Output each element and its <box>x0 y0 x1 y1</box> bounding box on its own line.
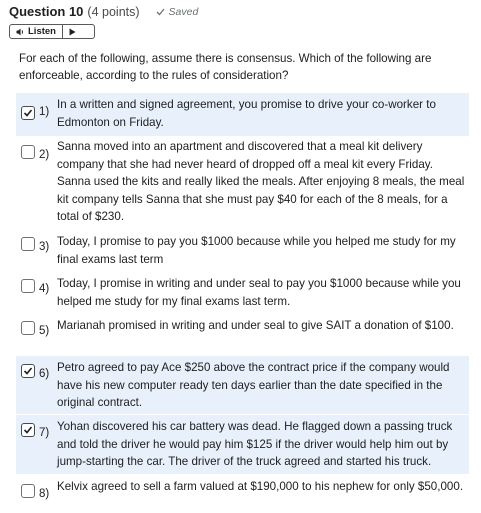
option-checkbox[interactable] <box>21 106 35 120</box>
speaker-icon <box>16 28 23 35</box>
saved-label: Saved <box>168 6 199 18</box>
option-number: 6) <box>39 368 50 380</box>
option-5[interactable]: 5) Marianah promised in writing and unde… <box>16 314 469 354</box>
listen-label: Listen <box>28 26 56 37</box>
option-2[interactable]: 2) Sanna moved into an apartment and dis… <box>16 137 469 227</box>
option-number: 4) <box>39 283 50 295</box>
option-number: 8) <box>39 488 50 500</box>
option-1[interactable]: 1) In a written and signed agreement, yo… <box>16 93 469 136</box>
listen-button[interactable]: Listen <box>10 25 63 38</box>
option-number: 5) <box>39 325 50 337</box>
option-6[interactable]: 6) Petro agreed to pay Ace $250 above th… <box>16 356 469 414</box>
option-checkbox[interactable] <box>21 484 35 498</box>
checkmark-icon <box>23 426 33 434</box>
play-icon <box>69 28 76 35</box>
play-button[interactable] <box>63 25 83 38</box>
checkmark-icon <box>23 367 33 375</box>
option-checkbox[interactable] <box>21 423 35 437</box>
option-checkbox[interactable] <box>21 145 35 159</box>
checkmark-icon <box>156 8 165 16</box>
option-text: Yohan discovered his car battery was dea… <box>57 420 453 469</box>
option-4[interactable]: 4) Today, I promise in writing and under… <box>16 272 469 312</box>
option-text: Marianah promised in writing and under s… <box>57 319 454 332</box>
option-checkbox[interactable] <box>21 321 35 335</box>
option-number: 2) <box>39 149 50 161</box>
option-text: Today, I promise in writing and under se… <box>57 277 461 308</box>
option-7[interactable]: 7) Yohan discovered his car battery was … <box>16 415 469 474</box>
option-text: Kelvix agreed to sell a farm valued at $… <box>57 480 464 493</box>
option-text: Petro agreed to pay Ace $250 above the c… <box>57 361 450 410</box>
checkmark-icon <box>23 109 33 117</box>
option-checkbox[interactable] <box>21 237 35 251</box>
option-text: Sanna moved into an apartment and discov… <box>57 140 465 224</box>
option-number: 7) <box>39 427 50 439</box>
question-title: Question 10 <box>9 4 84 19</box>
option-3[interactable]: 3) Today, I promise to pay you $1000 bec… <box>16 230 469 270</box>
option-number: 3) <box>39 241 50 253</box>
question-prompt: For each of the following, assume there … <box>19 52 432 82</box>
question-header: Question 10 (4 points) Saved <box>9 4 198 19</box>
option-checkbox[interactable] <box>21 364 35 378</box>
saved-status: Saved <box>156 6 199 18</box>
question-points: (4 points) <box>87 5 140 19</box>
option-number: 1) <box>39 106 50 118</box>
option-8[interactable]: 8) Kelvix agreed to sell a farm valued a… <box>16 476 469 513</box>
question-page: Question 10 (4 points) Saved Listen For … <box>0 0 481 513</box>
option-checkbox[interactable] <box>21 279 35 293</box>
option-text: In a written and signed agreement, you p… <box>57 98 436 129</box>
option-text: Today, I promise to pay you $1000 becaus… <box>57 235 456 266</box>
listen-widget: Listen <box>9 24 95 39</box>
